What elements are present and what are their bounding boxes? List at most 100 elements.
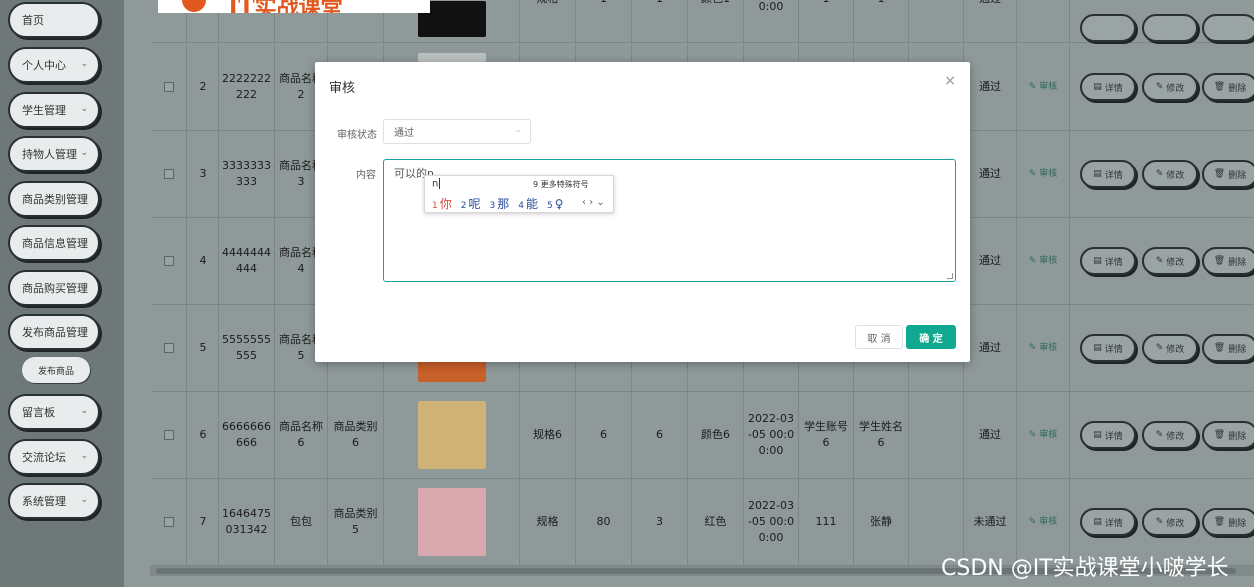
sidebar-item-label: 首页 <box>22 14 44 27</box>
chevron-down-icon: ⌄ <box>80 451 88 461</box>
row-checkbox[interactable] <box>164 82 174 92</box>
sidebar-item[interactable]: 个人中心 ⌄ <box>8 47 100 83</box>
sidebar-item[interactable]: 首页 <box>8 2 100 38</box>
product-thumbnail <box>417 488 486 556</box>
cell-category: 商品类别 5 <box>328 479 384 565</box>
delete-button[interactable]: 🗑 删除 <box>1202 247 1254 275</box>
chevron-down-icon: ⌄ <box>80 406 88 416</box>
edit-button[interactable]: ✎ 修改 <box>1142 247 1198 275</box>
cell-number: 5555555 555 <box>219 305 275 391</box>
delete-button[interactable]: 🗑 删除 <box>1202 421 1254 449</box>
cell-status: 通过 <box>964 131 1017 217</box>
chevron-down-icon: ⌄ <box>80 59 88 69</box>
row-checkbox[interactable] <box>164 256 174 266</box>
chevron-down-icon: ⌄ <box>80 148 88 158</box>
row-checkbox[interactable] <box>164 517 174 527</box>
cell-status: 通过 <box>964 218 1017 304</box>
audit-link[interactable]: ✎ 审核 <box>1029 340 1057 356</box>
cell-status: 通过 <box>964 392 1017 478</box>
content-label: 内容 <box>356 170 376 181</box>
cell-qty1: 80 <box>576 479 632 565</box>
sidebar-item-label: 留言板 <box>22 406 55 419</box>
edit-button[interactable]: ✎ 修改 <box>1142 421 1198 449</box>
resize-handle[interactable] <box>947 273 953 279</box>
delete-button[interactable] <box>1202 14 1254 42</box>
cell-status: 通过 <box>964 305 1017 391</box>
delete-icon: 🗑 <box>1213 430 1226 440</box>
detail-button[interactable]: ▤ 详情 <box>1080 73 1136 101</box>
sidebar-item[interactable]: 系统管理 ⌄ <box>8 483 100 519</box>
status-select-value: 通过 <box>394 128 414 139</box>
cell-index: 3 <box>188 131 219 217</box>
status-label: 审核状态 <box>337 130 377 141</box>
sidebar-item[interactable]: 商品类别管理 ⌄ <box>8 181 100 217</box>
edit-button[interactable]: ✎ 修改 <box>1142 508 1198 536</box>
delete-icon: 🗑 <box>1213 82 1226 92</box>
detail-button[interactable]: ▤ 详情 <box>1080 508 1136 536</box>
detail-label: 详情 <box>1104 431 1123 442</box>
chevron-down-icon: ⌄ <box>80 495 88 505</box>
cell-index: 5 <box>188 305 219 391</box>
delete-button[interactable]: 🗑 删除 <box>1202 334 1254 362</box>
close-icon[interactable]: × <box>944 73 956 89</box>
cell-index: 7 <box>188 479 219 565</box>
detail-button[interactable]: ▤ 详情 <box>1080 160 1136 188</box>
sidebar-item[interactable]: 留言板 ⌄ <box>8 394 100 430</box>
cell-audit: ✎ 审核 <box>1017 305 1070 391</box>
detail-button[interactable] <box>1080 14 1136 42</box>
cell-chk <box>152 218 187 304</box>
detail-button[interactable]: ▤ 详情 <box>1080 334 1136 362</box>
audit-link[interactable]: ✎ 审核 <box>1029 427 1057 443</box>
edit-icon: ✎ <box>1155 82 1164 92</box>
sidebar-item[interactable]: 持物人管理 ⌄ <box>8 136 100 172</box>
sidebar-item[interactable]: 发布商品管理 ⌄ <box>8 314 100 350</box>
delete-icon: 🗑 <box>1213 256 1226 266</box>
delete-button[interactable]: 🗑 删除 <box>1202 160 1254 188</box>
edit-button[interactable]: ✎ 修改 <box>1142 73 1198 101</box>
sidebar-item[interactable]: 商品购买管理 ⌄ <box>8 270 100 306</box>
confirm-button[interactable]: 确 定 <box>906 325 956 349</box>
sidebar-item[interactable]: 学生管理 ⌄ <box>8 92 100 128</box>
row-checkbox[interactable] <box>164 430 174 440</box>
cell-qty1: 6 <box>576 392 632 478</box>
sidebar-item-label: 个人中心 <box>22 59 66 72</box>
sidebar-subitem-publish[interactable]: 发布商品 <box>22 357 90 383</box>
ime-more-symbols[interactable]: 9 更多特殊符号 <box>533 179 589 190</box>
ime-candidate[interactable]: 1你 <box>432 197 452 211</box>
row-checkbox[interactable] <box>164 169 174 179</box>
cell-audit: ✎ 审核 <box>1017 392 1070 478</box>
ime-candidate[interactable]: 5 ♀ <box>547 197 564 211</box>
cell-index: 2 <box>188 44 219 130</box>
product-thumbnail <box>417 401 486 469</box>
audit-link[interactable]: ✎ 审核 <box>1029 79 1057 95</box>
cell-number: 4444444 444 <box>219 218 275 304</box>
delete-button[interactable]: 🗑 删除 <box>1202 73 1254 101</box>
cell-index: 6 <box>188 392 219 478</box>
detail-button[interactable]: ▤ 详情 <box>1080 421 1136 449</box>
ime-candidate-text: 能 <box>525 197 538 211</box>
cell-time: 2022-03 -05 00:0 0:00 <box>744 479 799 565</box>
detail-button[interactable]: ▤ 详情 <box>1080 247 1136 275</box>
ime-page-nav[interactable]: ‹ › ⌄ <box>582 197 605 208</box>
table-row: 6 6666666 666 商品名称 6 商品类别 6 规格6 6 6 颜色6 2022-03 … <box>152 392 1254 479</box>
audit-link[interactable]: ✎ 审核 <box>1029 166 1057 182</box>
audit-link[interactable]: ✎ 审核 <box>1029 253 1057 269</box>
audit-link[interactable]: ✎ 审核 <box>1029 514 1057 530</box>
detail-label: 详情 <box>1104 170 1123 181</box>
cell-thumb <box>384 479 520 565</box>
edit-button[interactable] <box>1142 14 1198 42</box>
detail-label: 详情 <box>1104 344 1123 355</box>
row-checkbox[interactable] <box>164 343 174 353</box>
ime-candidate[interactable]: 2呢 <box>461 197 481 211</box>
ime-candidate[interactable]: 4能 <box>518 197 538 211</box>
sidebar-item[interactable]: 商品信息管理 ⌄ <box>8 225 100 261</box>
ime-candidate[interactable]: 3那 <box>490 197 510 211</box>
ime-candidates: 1 你 2 呢 3 那 4 能 5 ♀ <box>432 195 573 212</box>
edit-button[interactable]: ✎ 修改 <box>1142 160 1198 188</box>
delete-button[interactable]: 🗑 删除 <box>1202 508 1254 536</box>
status-select[interactable]: 通过 ⌄ <box>383 119 531 144</box>
sidebar-item[interactable]: 交流论坛 ⌄ <box>8 439 100 475</box>
cancel-button[interactable]: 取 消 <box>855 325 903 349</box>
edit-button[interactable]: ✎ 修改 <box>1142 334 1198 362</box>
cell-chk <box>152 392 187 478</box>
